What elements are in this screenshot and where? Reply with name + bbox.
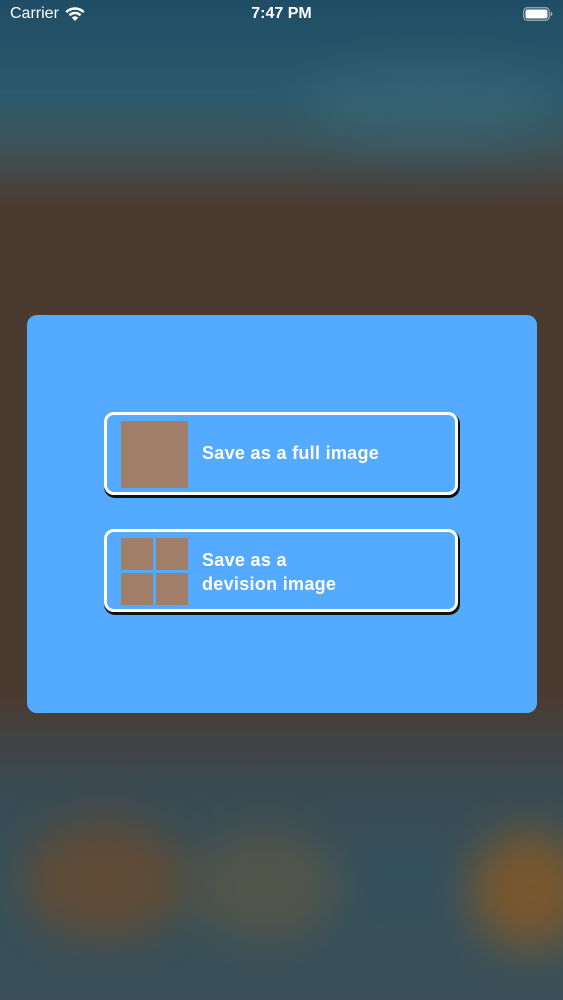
save-full-image-button[interactable]: Save as a full image xyxy=(104,412,458,495)
status-time: 7:47 PM xyxy=(251,5,312,22)
grid-cell xyxy=(121,573,153,605)
division-image-grid-icon xyxy=(121,538,188,605)
battery-icon xyxy=(523,7,553,21)
save-division-image-label-line-2: devision image xyxy=(202,574,337,594)
grid-cell xyxy=(156,573,188,605)
save-division-image-label-line-1: Save as a xyxy=(202,550,287,570)
background-blob xyxy=(300,60,560,150)
background-blob xyxy=(190,830,340,940)
save-full-image-label-line: Save as a full image xyxy=(202,443,380,463)
full-image-thumbnail-icon xyxy=(121,421,188,488)
background-blob xyxy=(20,820,190,940)
status-bar: Carrier 7:47 PM xyxy=(0,0,563,30)
save-division-image-button[interactable]: Save as a devision image xyxy=(104,529,458,612)
save-division-image-label: Save as a devision image xyxy=(202,548,336,596)
grid-cell xyxy=(121,538,153,570)
grid-cell xyxy=(156,538,188,570)
save-full-image-label: Save as a full image xyxy=(202,441,379,465)
save-options-dialog: Save as a full image Save as a devision … xyxy=(27,315,537,713)
